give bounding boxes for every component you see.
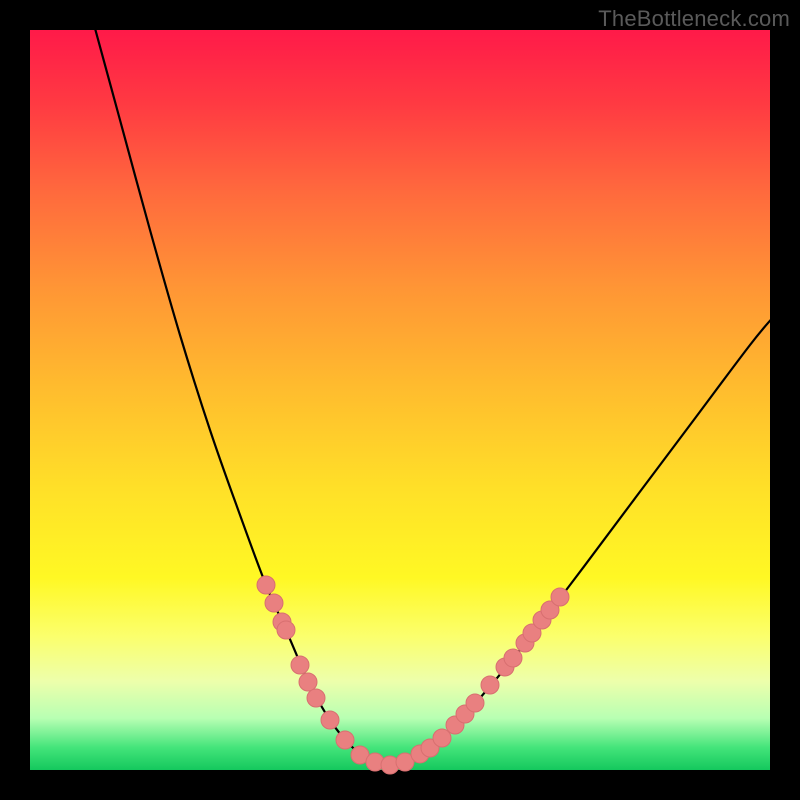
bottleneck-chart	[30, 30, 770, 770]
sample-dot	[291, 656, 309, 674]
bottleneck-curve	[90, 10, 775, 765]
sample-dot	[481, 676, 499, 694]
sample-dot	[336, 731, 354, 749]
attribution-watermark: TheBottleneck.com	[598, 6, 790, 32]
sample-dot	[299, 673, 317, 691]
sample-dot	[466, 694, 484, 712]
sample-dot	[321, 711, 339, 729]
sample-dot	[277, 621, 295, 639]
sample-dot	[307, 689, 325, 707]
sample-dot	[504, 649, 522, 667]
sample-dot	[257, 576, 275, 594]
sample-dots	[257, 576, 569, 774]
sample-dot	[265, 594, 283, 612]
sample-dot	[551, 588, 569, 606]
